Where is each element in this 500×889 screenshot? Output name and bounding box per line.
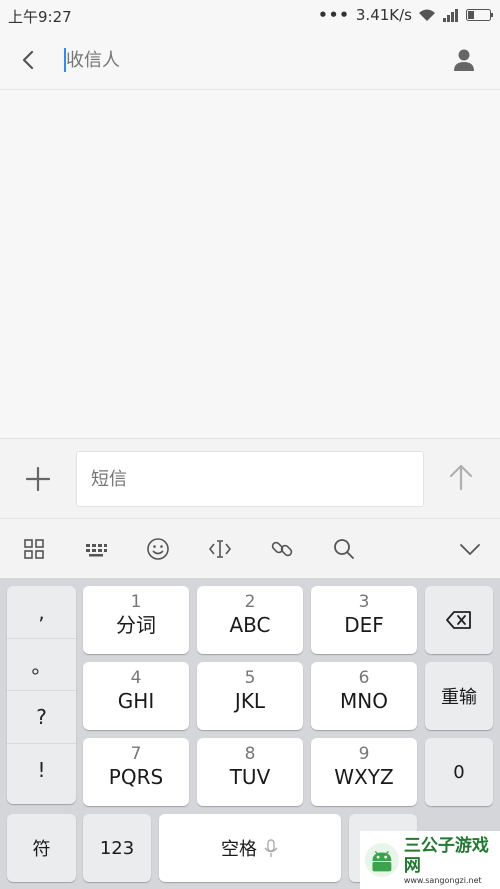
key-7[interactable]: 7 PQRS <box>83 738 189 806</box>
key-number: 9 <box>358 744 370 764</box>
recipient-input[interactable] <box>64 46 434 74</box>
key-3[interactable]: 3 DEF <box>311 586 417 654</box>
watermark-url: www.sangongzi.net <box>403 875 482 885</box>
punctuation-column[interactable]: , 。 ? ! <box>7 586 76 804</box>
key-number: 8 <box>244 744 256 764</box>
key-label: DEF <box>344 613 384 637</box>
add-attachment-icon[interactable] <box>22 463 54 495</box>
key-label: JKL <box>234 689 266 713</box>
key-0[interactable]: 0 <box>425 738 493 806</box>
clock: 上午9:27 <box>8 8 72 26</box>
key-1[interactable]: 1 分词 <box>83 586 189 654</box>
punct-key[interactable]: ? <box>7 691 76 744</box>
grid-menu-icon[interactable] <box>21 536 47 562</box>
key-label: ABC <box>229 613 271 637</box>
reset-key[interactable]: 重输 <box>425 662 493 730</box>
wifi-icon <box>419 9 435 21</box>
space-label: 空格 <box>221 839 257 860</box>
key-number: 5 <box>244 668 256 688</box>
cursor-edit-icon[interactable] <box>207 536 233 562</box>
key-6[interactable]: 6 MNO <box>311 662 417 730</box>
keyboard-toolbar <box>0 518 500 578</box>
key-number: 7 <box>130 744 142 764</box>
signal-icon <box>443 9 458 22</box>
app-header <box>0 30 500 90</box>
key-9[interactable]: 9 WXYZ <box>311 738 417 806</box>
search-icon[interactable] <box>331 536 357 562</box>
key-number: 1 <box>130 592 142 612</box>
key-label: 分词 <box>116 613 156 637</box>
backspace-key[interactable] <box>425 586 493 654</box>
emoji-icon[interactable] <box>145 536 171 562</box>
key-label: PQRS <box>108 765 164 789</box>
conversation-area <box>0 91 500 438</box>
notification-dots: ••• <box>318 6 350 24</box>
punct-key[interactable]: , <box>7 586 76 639</box>
key-number: 4 <box>130 668 142 688</box>
status-bar: 上午9:27 ••• 3.41K/s <box>0 0 500 30</box>
site-watermark: 三公子游戏网 www.sangongzi.net <box>360 831 500 889</box>
key-number: 6 <box>358 668 370 688</box>
key-8[interactable]: 8 TUV <box>197 738 303 806</box>
key-label: MNO <box>340 689 388 713</box>
watermark-title: 三公子游戏网 <box>403 835 489 876</box>
message-input[interactable] <box>76 451 424 507</box>
backspace-icon <box>446 611 471 629</box>
send-arrow-icon[interactable] <box>446 462 476 492</box>
key-number: 2 <box>244 592 256 612</box>
key-4[interactable]: 4 GHI <box>83 662 189 730</box>
numbers-key[interactable]: 123 <box>83 814 151 882</box>
compose-bar <box>0 438 500 518</box>
battery-icon <box>466 9 493 21</box>
punct-key[interactable]: ! <box>7 744 76 797</box>
microphone-icon <box>264 839 278 857</box>
key-label: GHI <box>117 689 155 713</box>
back-arrow-icon[interactable] <box>14 46 42 74</box>
android-logo-icon <box>364 843 399 877</box>
key-label: WXYZ <box>334 765 394 789</box>
network-speed: 3.41K/s <box>355 6 412 24</box>
text-cursor <box>64 48 66 72</box>
keyboard-switch-icon[interactable] <box>83 536 109 562</box>
key-label: TUV <box>229 765 271 789</box>
contact-icon[interactable] <box>450 46 478 74</box>
space-key[interactable]: 空格 <box>159 814 341 882</box>
punct-key[interactable]: 。 <box>7 639 76 691</box>
key-5[interactable]: 5 JKL <box>197 662 303 730</box>
link-icon[interactable] <box>269 536 295 562</box>
symbols-key[interactable]: 符 <box>7 814 76 882</box>
key-number: 3 <box>358 592 370 612</box>
chevron-down-icon[interactable] <box>457 536 483 562</box>
key-2[interactable]: 2 ABC <box>197 586 303 654</box>
status-icons: ••• 3.41K/s <box>318 6 494 24</box>
